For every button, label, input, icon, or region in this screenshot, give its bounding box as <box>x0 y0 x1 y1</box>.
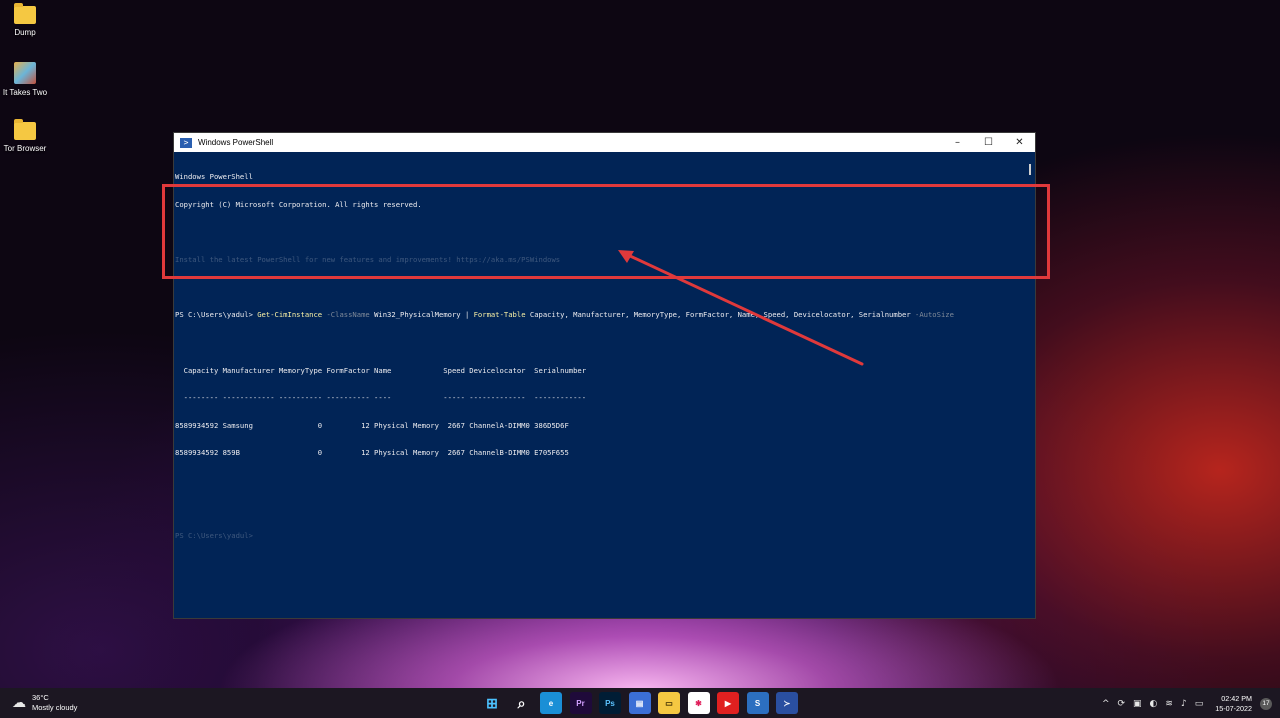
volume-icon[interactable]: ♪ <box>1181 699 1187 709</box>
file-explorer-icon: ▭ <box>665 698 673 708</box>
taskbar: ☁ 36°C Mostly cloudy ⊞ ⌕ e Pr Ps ▤ ▭ ✱ ▶ S ≻ ^ ⟳ ▣… <box>0 688 1280 718</box>
chevron-up-icon[interactable]: ^ <box>1102 699 1110 709</box>
clock[interactable]: 02:42 PM 15-07-2022 <box>1215 694 1252 714</box>
notification-badge[interactable]: 17 <box>1260 698 1272 710</box>
snagit-icon: S <box>754 698 761 708</box>
slack-app[interactable]: ✱ <box>687 692 710 714</box>
weather-description: Mostly cloudy <box>32 703 78 712</box>
cloud-icon: ☁ <box>12 695 26 711</box>
tablet-app[interactable]: ▤ <box>628 692 651 714</box>
battery-icon[interactable]: ▭ <box>1195 699 1204 709</box>
snagit-app[interactable]: S <box>746 692 769 714</box>
edge-app[interactable]: e <box>540 692 562 714</box>
clock-time: 02:42 PM <box>1221 694 1252 703</box>
search-button[interactable]: ⌕ <box>511 692 533 714</box>
annotation-arrow <box>618 250 864 366</box>
photoshop-icon: Ps <box>605 698 615 708</box>
sync-icon[interactable]: ⟳ <box>1117 699 1125 709</box>
wifi-icon[interactable]: ≋ <box>1165 699 1173 709</box>
premiere-icon: Pr <box>576 698 585 708</box>
start-icon: ⊞ <box>486 694 498 711</box>
system-tray: ^ ⟳ ▣ ◐ ≋ ♪ ▭ 02:42 PM 15-07-2022 17 <box>1094 694 1272 714</box>
powershell-app[interactable]: ≻ <box>776 692 798 714</box>
app-tray-icon[interactable]: ▣ <box>1133 699 1142 709</box>
weather-temperature: 36°C <box>32 693 49 702</box>
clock-date: 15-07-2022 <box>1215 704 1252 713</box>
youtube-app[interactable]: ▶ <box>717 692 739 714</box>
powershell-icon: ≻ <box>783 698 791 708</box>
youtube-icon: ▶ <box>724 698 732 708</box>
display-icon[interactable]: ◐ <box>1150 699 1158 709</box>
start-button[interactable]: ⊞ <box>481 692 503 714</box>
photoshop-app[interactable]: Ps <box>599 692 621 714</box>
tablet-icon: ▤ <box>635 698 644 708</box>
taskbar-apps: ⊞ ⌕ e Pr Ps ▤ ▭ ✱ ▶ S ≻ <box>481 692 806 714</box>
weather-widget[interactable]: ☁ 36°C Mostly cloudy <box>12 693 77 713</box>
slack-icon: ✱ <box>695 698 702 708</box>
edge-icon: e <box>548 698 554 708</box>
file-explorer-app[interactable]: ▭ <box>658 692 680 714</box>
premiere-app[interactable]: Pr <box>569 692 592 714</box>
search-icon: ⌕ <box>517 694 526 711</box>
